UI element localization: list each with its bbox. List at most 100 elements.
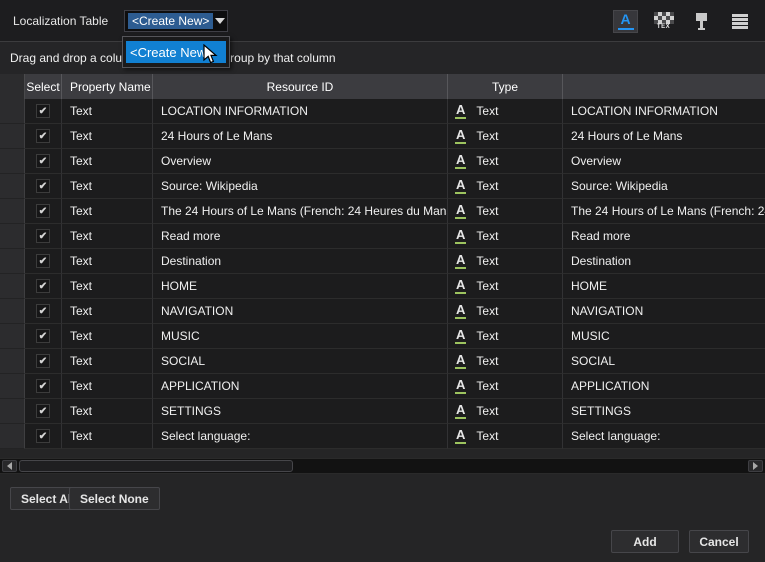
- type-label: Text: [476, 129, 498, 143]
- text-type-icon: A: [455, 228, 466, 244]
- row-checkbox[interactable]: ✔: [36, 354, 50, 368]
- row-checkbox[interactable]: ✔: [36, 379, 50, 393]
- column-header-select[interactable]: Select: [25, 74, 62, 99]
- texture-resources-button[interactable]: TEX: [651, 10, 676, 33]
- row-selector[interactable]: [0, 299, 25, 324]
- property-name-cell: Text: [62, 149, 153, 174]
- property-name-cell: Text: [62, 224, 153, 249]
- row-selector[interactable]: [0, 199, 25, 224]
- row-selector[interactable]: [0, 149, 25, 174]
- type-cell: A Text: [448, 424, 563, 449]
- column-header-resource-id[interactable]: Resource ID: [153, 74, 448, 99]
- row-selector[interactable]: [0, 274, 25, 299]
- row-selector[interactable]: [0, 124, 25, 149]
- property-name-cell: Text: [62, 424, 153, 449]
- table-row: ✔ Text Overview A Text Overview: [0, 149, 765, 174]
- property-name-cell: Text: [62, 124, 153, 149]
- type-cell: A Text: [448, 199, 563, 224]
- resource-id-cell: HOME: [153, 274, 448, 299]
- page-title: Localization Table: [13, 14, 108, 28]
- value-cell: NAVIGATION: [563, 299, 765, 324]
- value-cell: APPLICATION: [563, 374, 765, 399]
- value-cell: 24 Hours of Le Mans: [563, 124, 765, 149]
- column-header-property-name[interactable]: Property Name: [62, 74, 153, 99]
- horizontal-scrollbar[interactable]: [0, 458, 765, 474]
- resource-id-cell: Source: Wikipedia: [153, 174, 448, 199]
- row-selector[interactable]: [0, 174, 25, 199]
- row-checkbox[interactable]: ✔: [36, 179, 50, 193]
- scrollbar-thumb[interactable]: [19, 460, 293, 472]
- type-cell: A Text: [448, 249, 563, 274]
- resource-id-cell: Overview: [153, 149, 448, 174]
- select-cell: ✔: [25, 249, 62, 274]
- value-cell: Destination: [563, 249, 765, 274]
- select-cell: ✔: [25, 349, 62, 374]
- property-name-cell: Text: [62, 399, 153, 424]
- type-label: Text: [476, 304, 498, 318]
- property-name-cell: Text: [62, 324, 153, 349]
- filter-icon: [695, 12, 709, 31]
- row-checkbox[interactable]: ✔: [36, 279, 50, 293]
- add-button[interactable]: Add: [611, 530, 679, 553]
- select-cell: ✔: [25, 299, 62, 324]
- row-checkbox[interactable]: ✔: [36, 404, 50, 418]
- row-selector[interactable]: [0, 99, 25, 124]
- select-cell: ✔: [25, 374, 62, 399]
- dropdown-item-create-new[interactable]: <Create New>: [126, 41, 226, 63]
- row-checkbox[interactable]: ✔: [36, 129, 50, 143]
- row-selector[interactable]: [0, 249, 25, 274]
- arrow-left-icon: [7, 462, 12, 470]
- row-checkbox[interactable]: ✔: [36, 154, 50, 168]
- type-label: Text: [476, 404, 498, 418]
- column-header-value[interactable]: [563, 74, 765, 99]
- localization-table-combobox[interactable]: <Create New>: [124, 10, 228, 32]
- chevron-down-icon[interactable]: [213, 11, 227, 31]
- table-row: ✔ Text HOME A Text HOME: [0, 274, 765, 299]
- resource-id-cell: LOCATION INFORMATION: [153, 99, 448, 124]
- value-cell: SETTINGS: [563, 399, 765, 424]
- type-label: Text: [476, 104, 498, 118]
- cancel-button[interactable]: Cancel: [689, 530, 749, 553]
- row-checkbox[interactable]: ✔: [36, 229, 50, 243]
- value-cell: Read more: [563, 224, 765, 249]
- row-selector[interactable]: [0, 324, 25, 349]
- select-none-button[interactable]: Select None: [69, 487, 160, 510]
- toolbar: Localization Table <Create New> A TEX: [0, 0, 765, 42]
- table-row: ✔ Text SETTINGS A Text SETTINGS: [0, 399, 765, 424]
- resource-id-cell: SETTINGS: [153, 399, 448, 424]
- row-checkbox[interactable]: ✔: [36, 104, 50, 118]
- resource-id-cell: SOCIAL: [153, 349, 448, 374]
- column-header-type[interactable]: Type: [448, 74, 563, 99]
- row-checkbox[interactable]: ✔: [36, 304, 50, 318]
- value-cell: SOCIAL: [563, 349, 765, 374]
- value-cell: The 24 Hours of Le Mans (French: 24 Heur…: [563, 199, 765, 224]
- property-name-cell: Text: [62, 174, 153, 199]
- menu-button[interactable]: [727, 10, 752, 33]
- text-resources-button[interactable]: A: [613, 10, 638, 33]
- type-cell: A Text: [448, 99, 563, 124]
- row-checkbox[interactable]: ✔: [36, 254, 50, 268]
- resource-id-cell: 24 Hours of Le Mans: [153, 124, 448, 149]
- row-selector[interactable]: [0, 349, 25, 374]
- scroll-left-button[interactable]: [2, 460, 17, 472]
- select-cell: ✔: [25, 274, 62, 299]
- row-selector[interactable]: [0, 224, 25, 249]
- type-cell: A Text: [448, 324, 563, 349]
- property-name-cell: Text: [62, 349, 153, 374]
- filter-button[interactable]: [689, 10, 714, 33]
- text-type-icon: A: [455, 253, 466, 269]
- row-checkbox[interactable]: ✔: [36, 204, 50, 218]
- select-cell: ✔: [25, 399, 62, 424]
- row-selector[interactable]: [0, 399, 25, 424]
- row-selector[interactable]: [0, 424, 25, 449]
- select-cell: ✔: [25, 224, 62, 249]
- table-row: ✔ Text Destination A Text Destination: [0, 249, 765, 274]
- table-row: ✔ Text LOCATION INFORMATION A Text LOCAT…: [0, 99, 765, 124]
- row-checkbox[interactable]: ✔: [36, 329, 50, 343]
- row-selector[interactable]: [0, 374, 25, 399]
- row-checkbox[interactable]: ✔: [36, 429, 50, 443]
- table-row: ✔ Text The 24 Hours of Le Mans (French: …: [0, 199, 765, 224]
- text-type-icon: A: [455, 353, 466, 369]
- value-cell: Overview: [563, 149, 765, 174]
- scroll-right-button[interactable]: [748, 460, 763, 472]
